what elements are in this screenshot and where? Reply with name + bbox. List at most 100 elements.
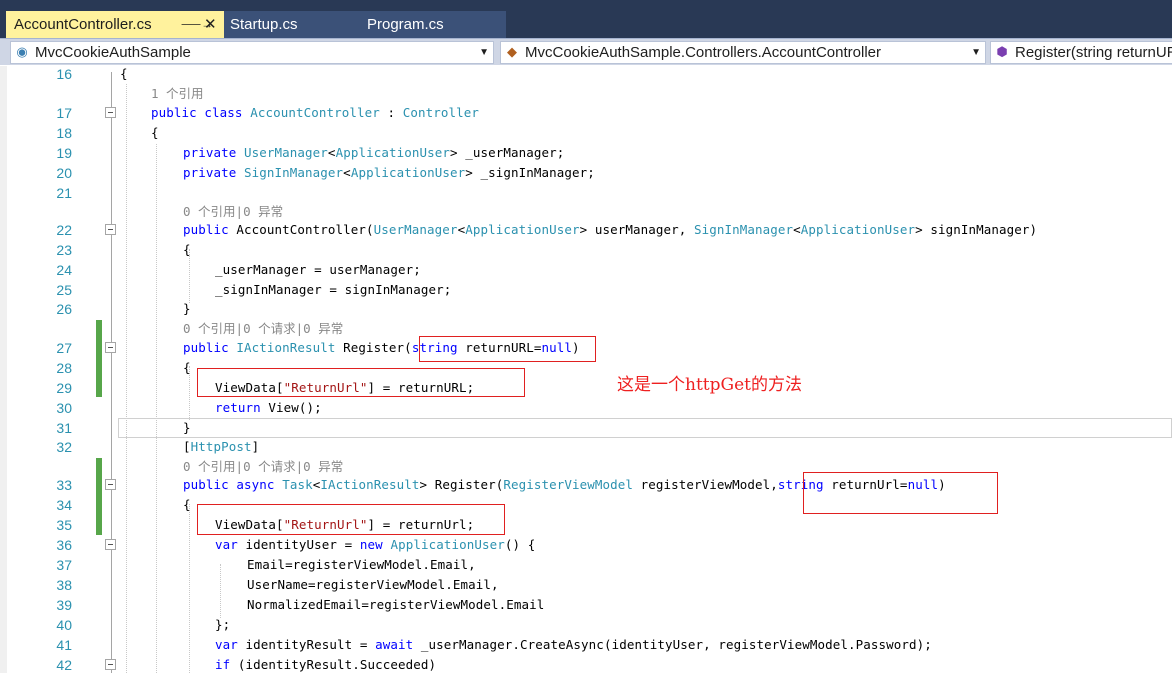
line-number: 30	[56, 400, 72, 416]
highlight-box-post-param	[803, 472, 998, 514]
code-text: {	[120, 66, 128, 81]
line-number: 16	[56, 66, 72, 82]
line-number: 26	[56, 301, 72, 317]
method-icon: ⬢	[996, 44, 1008, 59]
line-number: 42	[56, 657, 72, 673]
code-line: 23 {	[0, 240, 1172, 260]
code-text: }	[183, 301, 191, 316]
code-line: 22 public AccountController(UserManager<…	[0, 220, 1172, 240]
highlight-box-post-viewdata	[197, 504, 505, 535]
line-number: 24	[56, 262, 72, 278]
line-number: 37	[56, 557, 72, 573]
line-number: 27	[56, 340, 72, 356]
code-line: 19 private UserManager<ApplicationUser> …	[0, 143, 1172, 163]
close-icon[interactable]: ✕	[204, 11, 217, 38]
code-text: {	[183, 497, 191, 512]
annotation-note: 这是一个httpGet的方法	[617, 375, 802, 395]
tab-startup[interactable]: Startup.cs	[224, 11, 354, 38]
codelens-references[interactable]: 0 个引用|0 个请求|0 异常	[183, 319, 343, 339]
type-dropdown-label: MvcCookieAuthSample.Controllers.AccountC…	[525, 44, 881, 61]
codelens-references[interactable]: 0 个引用|0 个请求|0 异常	[183, 457, 343, 477]
code-text: if (identityResult.Succeeded)	[215, 657, 437, 672]
project-dropdown[interactable]: ◉ MvcCookieAuthSample ▼	[10, 41, 494, 64]
highlight-box-get-viewdata	[197, 368, 525, 397]
code-text: var identityUser = new ApplicationUser()…	[215, 537, 536, 552]
chevron-down-icon[interactable]: ▼	[971, 42, 981, 63]
tab-program[interactable]: Program.cs	[354, 11, 506, 38]
code-line: 29 ViewData["ReturnUrl"] = returnURL;	[0, 378, 1172, 398]
class-icon: ◆	[507, 44, 517, 59]
code-text: NormalizedEmail=registerViewModel.Email	[247, 597, 545, 612]
code-text: _userManager = userManager;	[215, 262, 421, 277]
navigation-bar: ◉ MvcCookieAuthSample ▼ ◆ MvcCookieAuthS…	[0, 38, 1172, 65]
line-number: 29	[56, 380, 72, 396]
line-number: 38	[56, 577, 72, 593]
code-text: public AccountController(UserManager<App…	[183, 222, 1038, 237]
code-text: {	[151, 125, 159, 140]
code-text: var identityResult = await _userManager.…	[215, 637, 932, 652]
code-text: private SignInManager<ApplicationUser> _…	[183, 165, 595, 180]
line-number: 31	[56, 420, 72, 436]
code-text: private UserManager<ApplicationUser> _us…	[183, 145, 565, 160]
code-line: 37 Email=registerViewModel.Email,	[0, 555, 1172, 575]
tab-label: Program.cs	[367, 16, 444, 33]
line-number: 39	[56, 597, 72, 613]
code-line: 35 ViewData["ReturnUrl"] = returnUrl;	[0, 515, 1172, 535]
code-text: _signInManager = signInManager;	[215, 282, 452, 297]
member-dropdown-label: Register(string returnURL = null)	[1015, 44, 1172, 61]
line-number: 20	[56, 165, 72, 181]
project-dropdown-label: MvcCookieAuthSample	[35, 44, 191, 61]
code-editor[interactable]: 16 { 1 个引用 17 public class AccountContro…	[0, 66, 1172, 673]
code-line: 39 NormalizedEmail=registerViewModel.Ema…	[0, 595, 1172, 615]
code-line: 32 [HttpPost]	[0, 437, 1172, 457]
tab-label: AccountController.cs	[14, 16, 152, 33]
line-number: 18	[56, 125, 72, 141]
code-line: 31 }	[0, 418, 1172, 438]
line-number: 19	[56, 145, 72, 161]
codelens-line: 0 个引用|0 异常	[0, 202, 1172, 222]
codelens-references[interactable]: 0 个引用|0 异常	[183, 202, 283, 222]
code-text: };	[215, 617, 231, 632]
code-line: 38 UserName=registerViewModel.Email,	[0, 575, 1172, 595]
code-text: Email=registerViewModel.Email,	[247, 557, 476, 572]
code-text: public class AccountController : Control…	[151, 105, 479, 120]
code-line: 30 return View();	[0, 398, 1172, 418]
code-line: 36 var identityUser = new ApplicationUse…	[0, 535, 1172, 555]
code-line: 26 }	[0, 299, 1172, 319]
line-number: 25	[56, 282, 72, 298]
project-icon: ◉	[16, 44, 28, 59]
code-line: 25 _signInManager = signInManager;	[0, 280, 1172, 300]
codelens-line: 1 个引用	[0, 84, 1172, 104]
line-number: 41	[56, 637, 72, 653]
type-dropdown[interactable]: ◆ MvcCookieAuthSample.Controllers.Accoun…	[500, 41, 986, 64]
line-number: 22	[56, 222, 72, 238]
line-number: 23	[56, 242, 72, 258]
line-number: 34	[56, 497, 72, 513]
code-line: 21	[0, 183, 1172, 203]
code-text: return View();	[215, 400, 322, 415]
code-text: {	[183, 242, 191, 257]
line-number: 28	[56, 360, 72, 376]
line-number: 33	[56, 477, 72, 493]
line-number: 32	[56, 439, 72, 455]
tab-account-controller[interactable]: AccountController.cs ⸺→ ✕	[6, 11, 224, 38]
code-line: 41 var identityResult = await _userManag…	[0, 635, 1172, 655]
code-text: [HttpPost]	[183, 439, 260, 454]
code-text: {	[183, 360, 191, 375]
highlight-box-get-param	[419, 336, 596, 362]
code-line: 16 {	[0, 64, 1172, 84]
code-line: 24 _userManager = userManager;	[0, 260, 1172, 280]
codelens-references[interactable]: 1 个引用	[151, 84, 204, 104]
tab-label: Startup.cs	[230, 16, 298, 33]
line-number: 40	[56, 617, 72, 633]
code-line: 17 public class AccountController : Cont…	[0, 103, 1172, 123]
line-number: 21	[56, 185, 72, 201]
code-line: 42 if (identityResult.Succeeded)	[0, 655, 1172, 673]
code-text: UserName=registerViewModel.Email,	[247, 577, 499, 592]
member-dropdown[interactable]: ⬢ Register(string returnURL = null)	[990, 41, 1172, 64]
code-line: 40 };	[0, 615, 1172, 635]
chevron-down-icon[interactable]: ▼	[479, 42, 489, 63]
code-line: 20 private SignInManager<ApplicationUser…	[0, 163, 1172, 183]
line-number: 17	[56, 105, 72, 121]
code-line: 18 {	[0, 123, 1172, 143]
